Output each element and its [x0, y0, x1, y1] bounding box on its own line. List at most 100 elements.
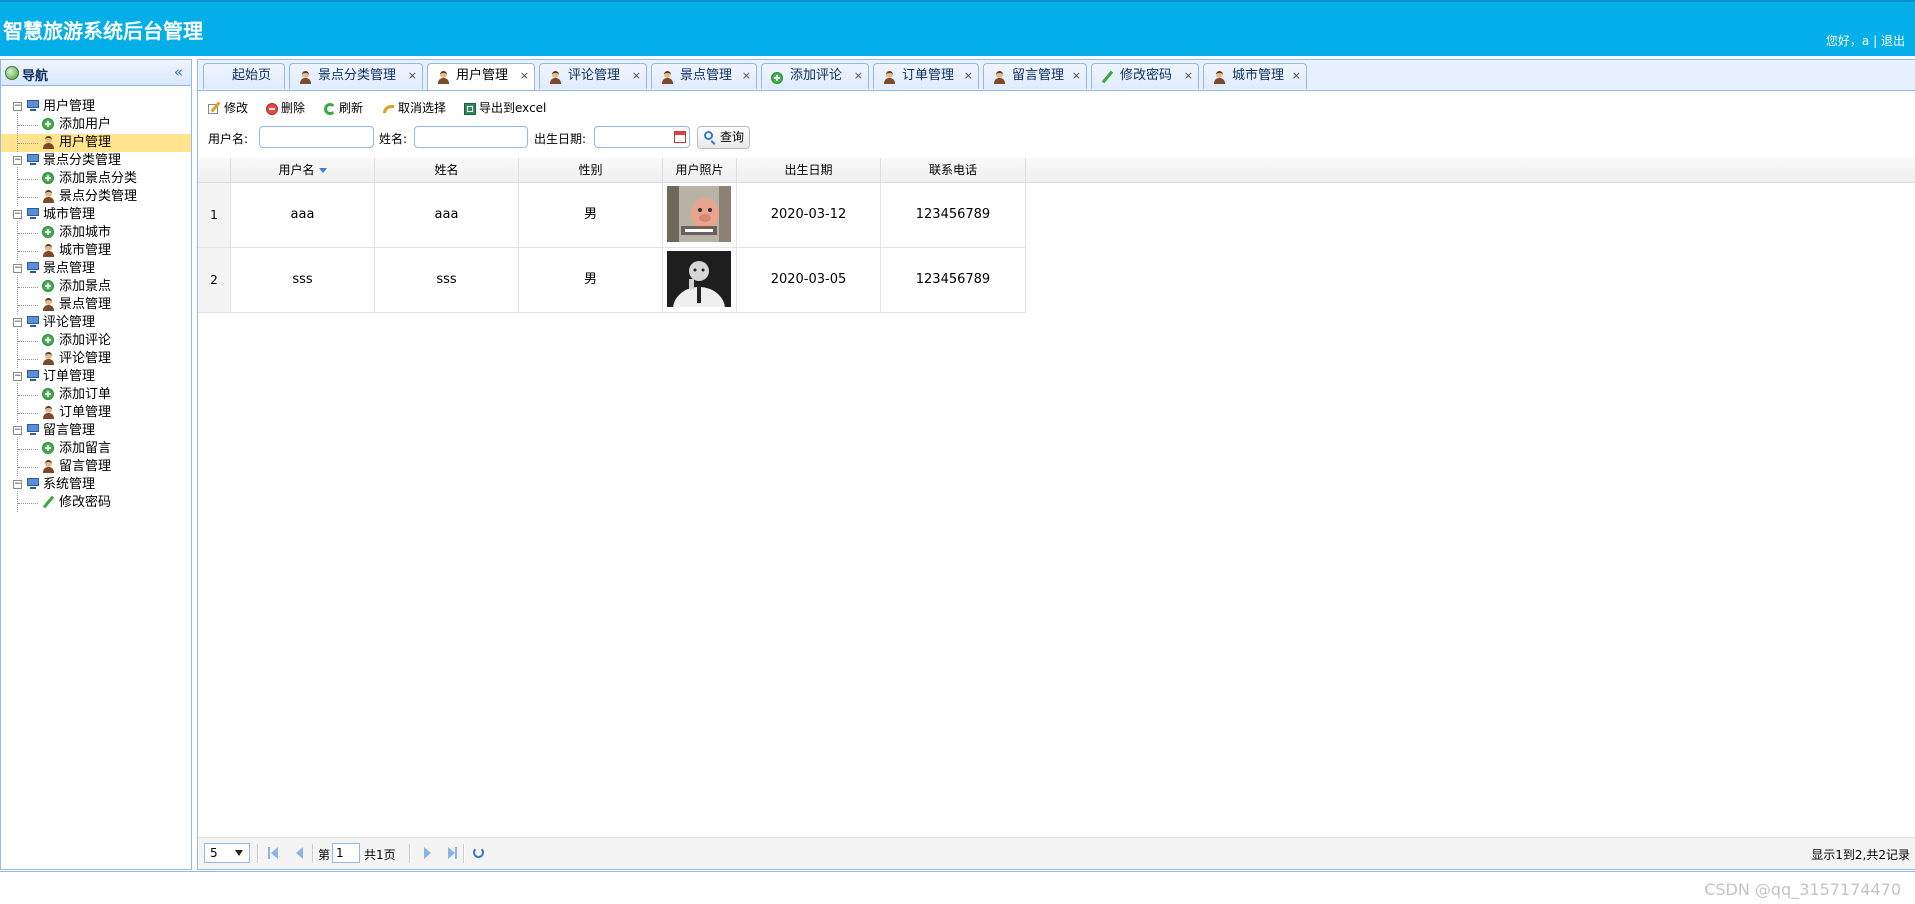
- nav-item[interactable]: 订单管理: [1, 401, 191, 422]
- tab[interactable]: 用户管理 ×: [427, 63, 535, 90]
- column-header-phone[interactable]: 联系电话: [881, 158, 1026, 182]
- collapse-toggle-icon[interactable]: −: [13, 210, 22, 219]
- pager-divider: [409, 844, 411, 863]
- tab[interactable]: 评论管理 ×: [539, 63, 647, 89]
- nav-group[interactable]: − 评论管理: [1, 314, 191, 332]
- tab[interactable]: 修改密码 ×: [1091, 63, 1199, 89]
- nav-item-label: 添加景点: [59, 279, 112, 294]
- tab-close-icon[interactable]: ×: [408, 64, 417, 88]
- computer-icon: [26, 262, 40, 274]
- tab[interactable]: 留言管理 ×: [983, 63, 1087, 89]
- username-input[interactable]: [259, 126, 374, 148]
- last-page-icon[interactable]: [448, 847, 457, 859]
- nav-item[interactable]: 添加留言: [1, 437, 191, 458]
- header-separator: |: [1873, 34, 1878, 48]
- nav-group[interactable]: − 景点分类管理: [1, 152, 191, 170]
- add-icon: [42, 118, 54, 130]
- tab[interactable]: 订单管理 ×: [873, 63, 979, 89]
- tab-close-icon[interactable]: ×: [742, 64, 751, 88]
- tab-close-icon[interactable]: ×: [632, 64, 641, 88]
- collapse-toggle-icon[interactable]: −: [13, 372, 22, 381]
- refresh-icon: [324, 102, 336, 115]
- tab-close-icon[interactable]: ×: [854, 64, 863, 88]
- collapse-toggle-icon[interactable]: −: [13, 264, 22, 273]
- collapse-toggle-icon[interactable]: −: [13, 426, 22, 435]
- nav-item[interactable]: 添加城市: [1, 221, 191, 242]
- user-icon: [42, 298, 55, 311]
- tab-close-icon[interactable]: ×: [520, 64, 529, 88]
- delete-button[interactable]: 删除: [266, 99, 305, 116]
- prev-page-icon[interactable]: [296, 847, 303, 859]
- cell-name: sss: [375, 248, 519, 312]
- reload-icon[interactable]: [473, 847, 484, 858]
- column-header-gender[interactable]: 性别: [519, 158, 663, 182]
- birth-date-input[interactable]: [594, 126, 690, 148]
- nav-group[interactable]: − 订单管理: [1, 368, 191, 386]
- nav-item[interactable]: 景点分类管理: [1, 185, 191, 206]
- nav-item[interactable]: 添加景点: [1, 275, 191, 296]
- undo-icon: [382, 103, 395, 115]
- nav-group-label: 城市管理: [43, 207, 96, 222]
- computer-icon: [26, 424, 40, 436]
- collapse-toggle-icon[interactable]: −: [13, 480, 22, 489]
- collapse-toggle-icon[interactable]: −: [13, 156, 22, 165]
- column-header-username[interactable]: 用户名: [231, 158, 375, 182]
- nav-panel-header: 导航 «: [1, 60, 191, 86]
- collapse-toggle-icon[interactable]: −: [13, 318, 22, 327]
- collapse-icon[interactable]: «: [174, 63, 183, 81]
- nav-item[interactable]: 添加用户: [1, 113, 191, 134]
- nav-group-label: 景点管理: [43, 261, 96, 276]
- tab-close-icon[interactable]: ×: [1072, 64, 1081, 88]
- tab[interactable]: 景点管理 ×: [651, 63, 757, 89]
- nav-group[interactable]: − 留言管理: [1, 422, 191, 440]
- collapse-toggle-icon[interactable]: −: [13, 102, 22, 111]
- nav-group[interactable]: − 景点管理: [1, 260, 191, 278]
- nav-item[interactable]: 留言管理: [1, 455, 191, 476]
- cell-gender: 男: [519, 183, 663, 247]
- nav-item[interactable]: 用户管理: [1, 131, 191, 152]
- tab-close-icon[interactable]: ×: [964, 64, 973, 88]
- query-button[interactable]: 查询: [697, 126, 750, 149]
- nav-item[interactable]: 添加订单: [1, 383, 191, 404]
- nav-item[interactable]: 添加景点分类: [1, 167, 191, 188]
- next-page-icon[interactable]: [424, 847, 431, 859]
- nav-group[interactable]: − 城市管理: [1, 206, 191, 224]
- cell-phone: 123456789: [881, 183, 1026, 247]
- nav-item[interactable]: 城市管理: [1, 239, 191, 260]
- tab[interactable]: 起始页: [203, 63, 285, 89]
- tab-close-icon[interactable]: ×: [1292, 64, 1301, 88]
- nav-item[interactable]: 添加评论: [1, 329, 191, 350]
- tab-close-icon[interactable]: ×: [1184, 64, 1193, 88]
- nav-group[interactable]: − 系统管理: [1, 476, 191, 494]
- table-row[interactable]: 2 sss sss 男 2020-03-05 123456789: [198, 248, 1026, 313]
- sort-desc-icon: [318, 168, 327, 173]
- tab[interactable]: 景点分类管理 ×: [289, 63, 423, 89]
- nav-item-label: 添加用户: [59, 117, 112, 132]
- tab-label: 用户管理: [456, 68, 509, 83]
- first-page-icon[interactable]: [268, 847, 278, 859]
- edit-button[interactable]: 修改: [208, 99, 248, 116]
- user-icon: [42, 406, 55, 419]
- tab[interactable]: 城市管理 ×: [1203, 63, 1307, 89]
- refresh-button[interactable]: 刷新: [324, 99, 363, 116]
- column-header-birth[interactable]: 出生日期: [737, 158, 881, 182]
- nav-item[interactable]: 修改密码: [1, 491, 191, 512]
- page-size-select[interactable]: 5: [204, 843, 250, 863]
- cancel-select-button[interactable]: 取消选择: [382, 99, 446, 116]
- nav-item[interactable]: 评论管理: [1, 347, 191, 368]
- name-input[interactable]: [414, 126, 528, 148]
- column-header-photo[interactable]: 用户照片: [663, 158, 737, 182]
- computer-icon: [26, 370, 40, 382]
- page-number-input[interactable]: 1: [332, 843, 360, 863]
- column-header-name[interactable]: 姓名: [375, 158, 519, 182]
- tab[interactable]: 添加评论 ×: [761, 63, 869, 89]
- logout-link[interactable]: 退出: [1881, 34, 1905, 48]
- calendar-icon[interactable]: [674, 131, 686, 143]
- export-excel-button[interactable]: 导出到excel: [464, 99, 546, 116]
- nav-group[interactable]: − 用户管理: [1, 98, 191, 116]
- edit-icon: [208, 102, 221, 115]
- user-icon: [883, 71, 896, 84]
- nav-item[interactable]: 景点管理: [1, 293, 191, 314]
- cell-phone: 123456789: [881, 248, 1026, 312]
- table-row[interactable]: 1 aaa aaa 男 2020-03-12 123456789: [198, 183, 1026, 248]
